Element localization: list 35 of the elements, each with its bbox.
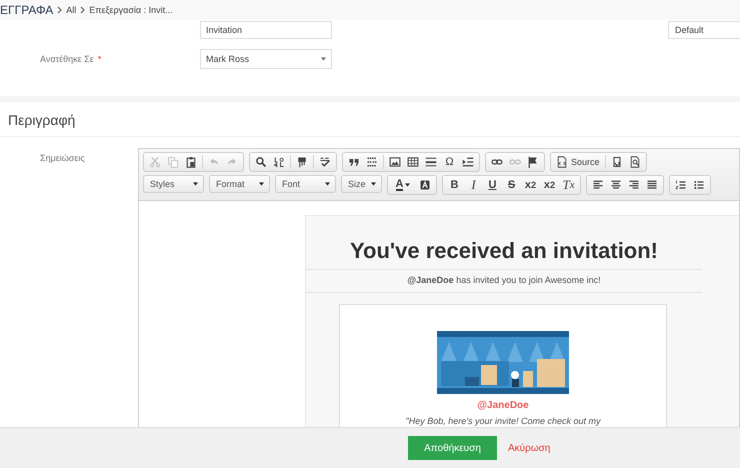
toolbar-dropdown[interactable]: Size [341,175,382,193]
notes-label: Σημειώσεις [39,152,86,163]
toolbar-dropdown[interactable]: Font [275,175,336,193]
format-button[interactable]: Ω [440,154,459,170]
caret-icon [259,182,264,186]
sender-name: @JaneDoe [477,400,529,411]
text-color-button[interactable]: A [390,177,416,193]
toolbar-dropdown[interactable]: Format [209,175,270,193]
caret-icon [371,182,376,186]
chevron-icon [80,6,86,14]
format-button[interactable]: S [502,177,521,193]
email-heading: You've received an invitation! [306,238,702,270]
breadcrumb-root[interactable]: ΕΓΓΡΑΦΑ [0,3,54,17]
breadcrumb-link[interactable]: All [66,5,76,15]
source-button[interactable]: Source [553,154,603,170]
dropdown-arrow-icon [321,57,326,61]
format-button[interactable]: U [483,177,502,193]
cancel-link[interactable]: Ακύρωση [508,442,550,454]
toolbar-dropdown[interactable]: Styles [143,175,204,193]
assigned-select[interactable]: Mark Ross [200,49,332,69]
assigned-label: Ανατέθηκε Σε * [39,54,102,64]
chevron-icon [57,6,62,14]
caret-icon [193,182,198,186]
breadcrumb-link[interactable]: Επεξεργασία : Invit... [89,5,173,15]
required-mark: * [98,54,102,64]
source-icon [556,156,568,168]
format-button[interactable]: B [445,177,464,193]
folder-field[interactable]: Default [668,21,740,39]
section-title: Περιγραφή [8,112,76,128]
invite-message: "Hey Bob, here's your invite! Come check out my [406,416,600,426]
caret-icon [325,182,330,186]
email-subline: @JaneDoe has invited you to join Awesome inc! [306,270,702,293]
title-field[interactable]: Invitation [200,21,332,39]
caret-icon [405,183,410,187]
format-button[interactable]: I [464,177,483,193]
